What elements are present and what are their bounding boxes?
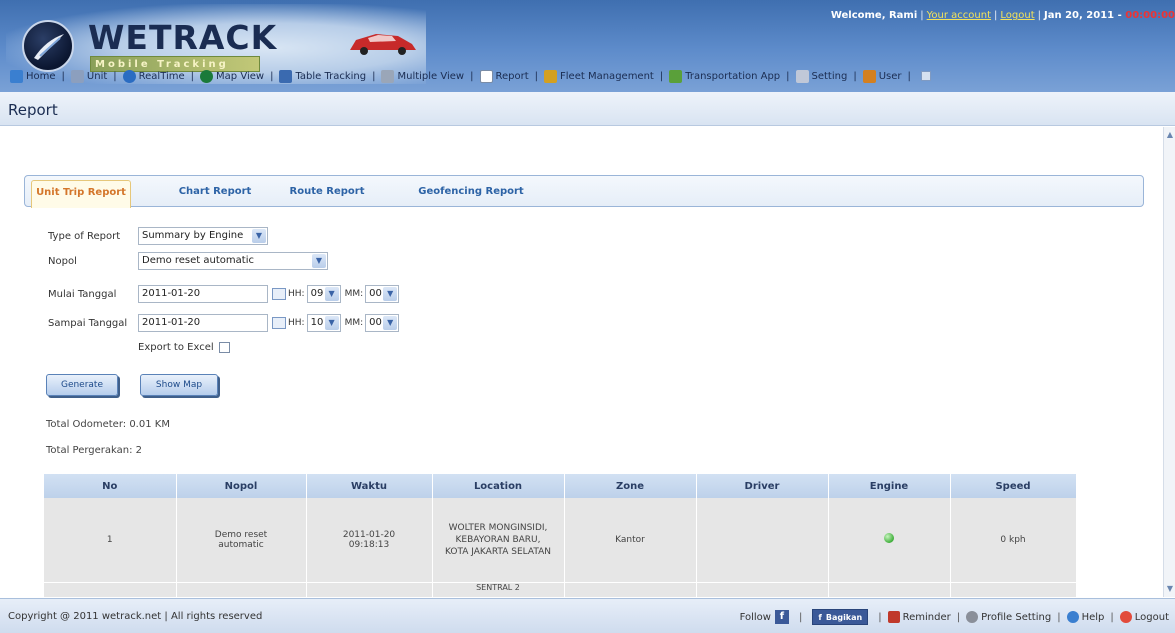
header-date: Jan 20, 2011 - [1044,10,1122,21]
report-icon [479,69,493,83]
profile-setting-icon [966,611,979,623]
cell-waktu: 2011-01-20 09:18:13 [306,498,433,583]
nav-user[interactable]: User [862,69,902,83]
user-icon [862,69,876,83]
cell-speed: 0 kph [950,498,1077,583]
car-icon [350,34,416,55]
profile-setting-link[interactable]: Profile Setting [981,612,1051,623]
engine-on-icon [884,533,894,544]
cell-engine [828,498,951,583]
col-header-location[interactable]: Location [432,474,565,498]
cell-nopol: Demo reset automatic [176,498,307,583]
header-logout-link[interactable]: Logout [1000,10,1034,21]
page-title-bar: Report [0,92,1175,126]
nav-realtime[interactable]: RealTime [122,69,185,83]
col-header-zone[interactable]: Zone [564,474,697,498]
nav-transportation-app[interactable]: Transportation App [669,69,780,83]
setting-icon [795,69,809,83]
cell-driver [696,498,829,583]
vertical-scrollbar[interactable]: ▲ ▼ [1163,127,1175,597]
table-row: SENTRAL 2 [44,582,1077,597]
nav-more-icon[interactable] [920,71,931,81]
cell-location: WOLTER MONGINSIDI, KEBAYORAN BARU, KOTA … [432,498,565,583]
nav-setting[interactable]: Setting [795,69,847,83]
nav-fleet-management[interactable]: Fleet Management [544,69,654,83]
nav-multiple-view[interactable]: Multiple View [381,69,464,83]
table-icon [279,69,293,83]
col-header-engine[interactable]: Engine [828,474,951,498]
scroll-up-icon[interactable]: ▲ [1165,129,1175,141]
unit-icon [70,69,84,83]
nav-unit[interactable]: Unit [70,69,107,83]
table-viewport: No Nopol Waktu Location Zone Driver Engi… [0,127,1163,597]
col-header-waktu[interactable]: Waktu [306,474,433,498]
col-header-no[interactable]: No [44,474,177,498]
footer-logout-link[interactable]: Logout [1135,612,1169,623]
fleet-icon [544,69,558,83]
reminder-icon [887,611,900,623]
nav-home[interactable]: Home [10,69,56,83]
main-nav: Home | Unit | RealTime | Map View | Tabl… [10,66,931,86]
globe-icon [200,69,214,83]
col-header-nopol[interactable]: Nopol [176,474,307,498]
transport-icon [669,69,683,83]
app-header: WETRACK Mobile Tracking Welcome, Rami | Yo… [0,0,1175,92]
col-header-driver[interactable]: Driver [696,474,829,498]
logout-icon [1119,611,1132,623]
col-header-speed[interactable]: Speed [950,474,1077,498]
report-table: No Nopol Waktu Location Zone Driver Engi… [44,474,1077,597]
page-title: Report [8,101,58,119]
nav-report[interactable]: Report [479,69,529,83]
facebook-share-button[interactable]: f Bagikan [812,609,869,625]
welcome-text: Welcome, Rami [830,10,918,21]
reminder-link[interactable]: Reminder [903,612,951,623]
home-icon [10,69,23,83]
multiple-view-icon [381,69,395,83]
app-footer: Copyright @ 2011 wetrack.net | All right… [0,598,1175,633]
table-row: 1 Demo reset automatic 2011-01-20 09:18:… [44,498,1077,583]
your-account-link[interactable]: Your account [927,10,991,21]
help-icon [1066,611,1079,623]
scroll-down-icon[interactable]: ▼ [1165,583,1175,595]
brand-name: WETRACK [88,18,278,57]
follow-label: Follow [739,611,771,623]
user-info-bar: Welcome, Rami | Your account | Logout | Jan 20… [830,10,1175,21]
nav-table-tracking[interactable]: Table Tracking [279,69,366,83]
help-link[interactable]: Help [1082,612,1105,623]
table-header-row: No Nopol Waktu Location Zone Driver Engi… [44,474,1077,498]
copyright-text: Copyright @ 2011 wetrack.net | All right… [8,611,263,622]
cell-zone: Kantor [564,498,697,583]
cell-location-partial: SENTRAL 2 [432,582,565,597]
logo-icon [22,20,74,72]
realtime-icon [122,69,136,83]
cell-no: 1 [44,498,177,583]
footer-links: Follow f | f Bagikan | Reminder | Profile… [740,609,1169,625]
nav-map-view[interactable]: Map View [200,69,264,83]
facebook-icon[interactable]: f [774,610,789,624]
